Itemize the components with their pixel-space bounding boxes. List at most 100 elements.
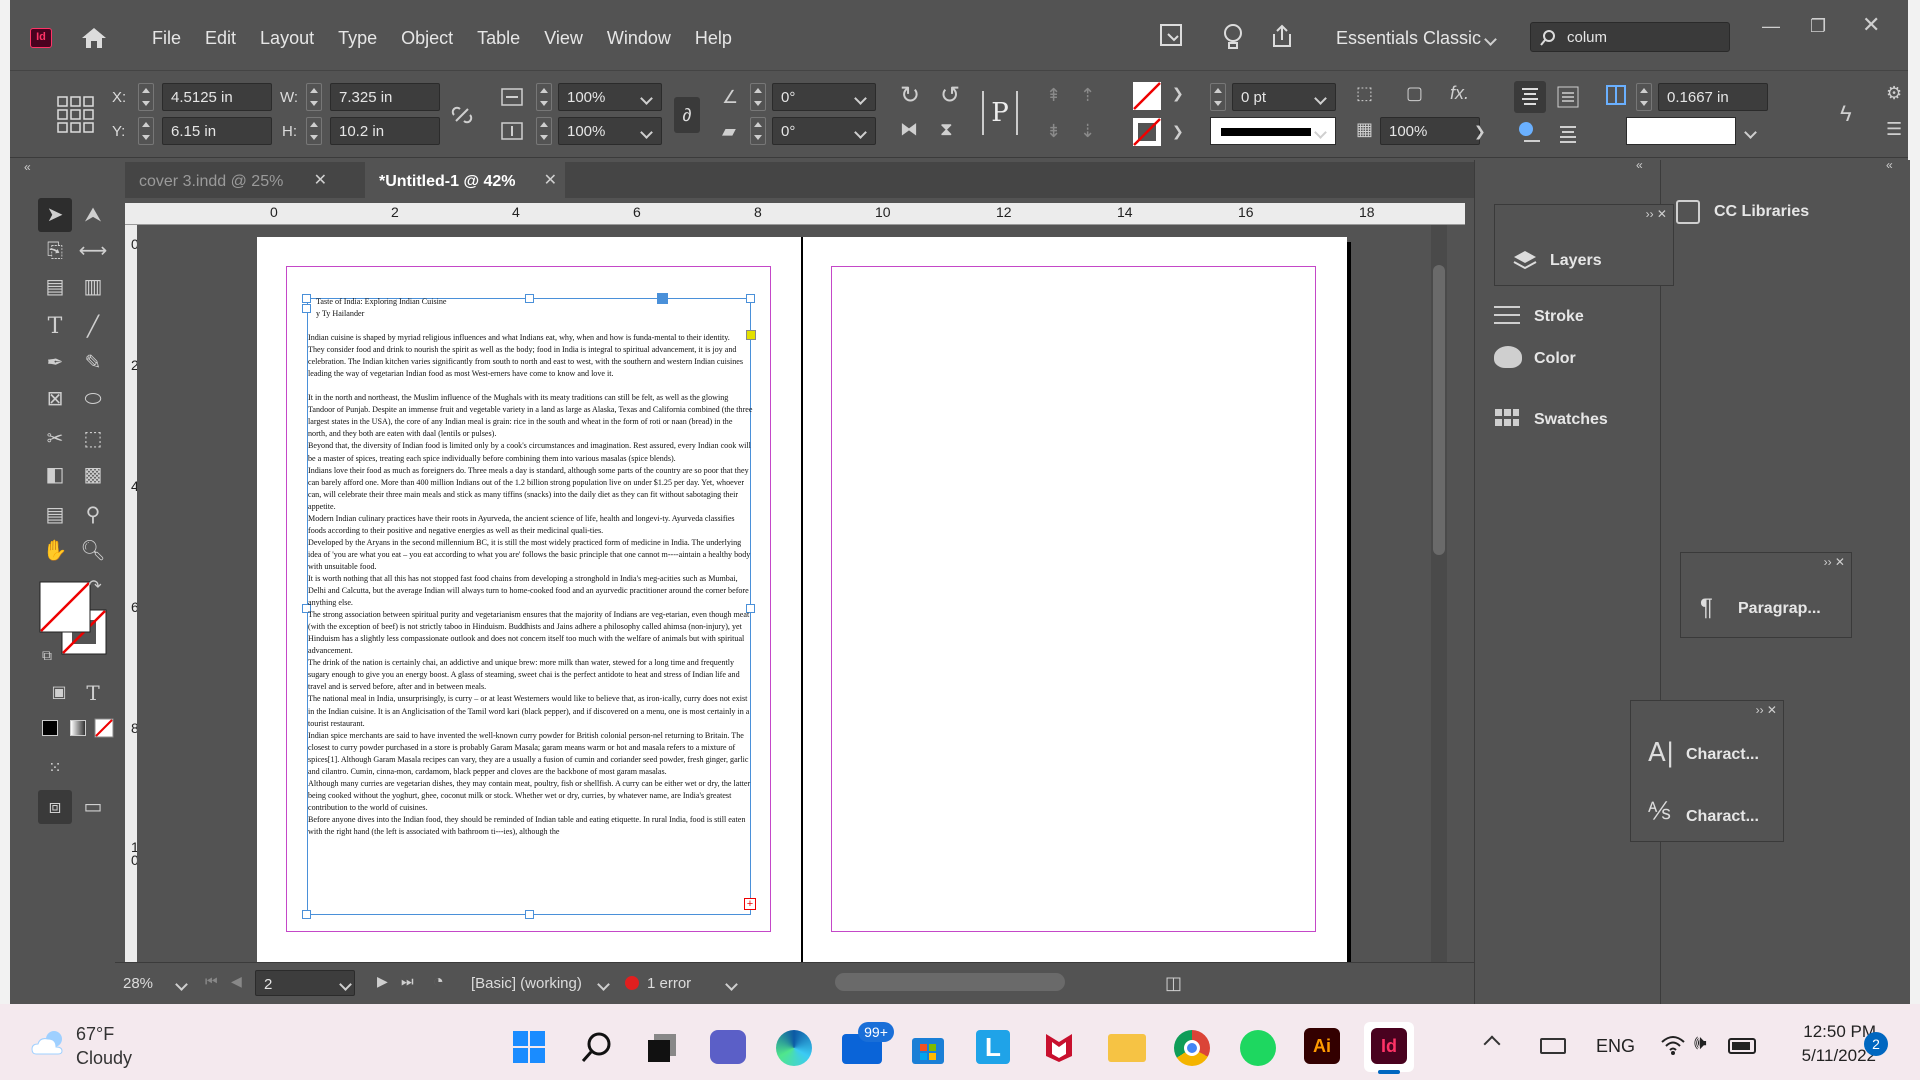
menu-window[interactable]: Window: [595, 28, 683, 49]
character-tab[interactable]: Charact...: [1686, 746, 1759, 764]
stroke-weight-stepper[interactable]: [1210, 83, 1226, 111]
home-icon[interactable]: [80, 26, 108, 50]
type-tool-icon[interactable]: T: [38, 310, 72, 344]
next-page-icon[interactable]: ▶: [377, 973, 388, 990]
path-type-icon[interactable]: P: [982, 91, 1018, 135]
rotate-dropdown-icon[interactable]: [850, 83, 874, 111]
teams-chat-icon[interactable]: [710, 1030, 746, 1064]
tab-cover3[interactable]: cover 3.indd @ 25% ✕: [125, 162, 335, 198]
page-tool-icon[interactable]: ⎘: [38, 234, 72, 268]
reference-point-icon[interactable]: [56, 95, 96, 135]
h-field[interactable]: 10.2 in: [330, 117, 440, 145]
frame-handle[interactable]: [525, 910, 534, 919]
panel-expand-icon[interactable]: ›› ✕: [1646, 207, 1667, 221]
stroke-arrow-icon[interactable]: ❯: [1172, 123, 1184, 140]
menu-help[interactable]: Help: [683, 28, 744, 49]
x-field[interactable]: 4.5125 in: [162, 83, 272, 111]
stroke-icon[interactable]: [1494, 306, 1520, 324]
select-next-icon[interactable]: ⇣: [1080, 121, 1095, 142]
object-style-select[interactable]: [1626, 117, 1736, 145]
lightning-icon[interactable]: ϟ: [1840, 101, 1852, 127]
stroke-tab[interactable]: Stroke: [1534, 308, 1584, 326]
y-stepper[interactable]: [138, 117, 154, 145]
opacity-arrow-icon[interactable]: ❯: [1474, 123, 1486, 140]
w-field[interactable]: 7.325 in: [330, 83, 440, 111]
settings-gear-icon[interactable]: ⚙: [1886, 83, 1902, 104]
chevron-up-icon[interactable]: [1483, 1035, 1501, 1053]
vertical-scrollbar[interactable]: [1431, 225, 1447, 965]
hand-tool-icon[interactable]: ✋: [38, 534, 72, 568]
fitting-icon[interactable]: ⬚: [1356, 83, 1373, 104]
h-stepper[interactable]: [306, 117, 322, 145]
column-gutter-field[interactable]: 0.1667 in: [1658, 83, 1768, 111]
fill-none-swatch-icon[interactable]: [1132, 81, 1162, 111]
formatting-container-icon[interactable]: ▣: [42, 676, 76, 710]
align-bottom-icon[interactable]: [1552, 117, 1584, 149]
menu-file[interactable]: File: [140, 28, 193, 49]
edge-icon[interactable]: [776, 1030, 812, 1066]
menu-edit[interactable]: Edit: [193, 28, 248, 49]
eyedropper-tool-icon[interactable]: ⚲: [76, 498, 110, 532]
collapse-toolbox-icon[interactable]: «: [24, 160, 31, 174]
panel-expand-icon[interactable]: ›› ✕: [1824, 555, 1845, 569]
split-window-icon[interactable]: ◫: [1165, 973, 1182, 994]
weather-cloudy-icon[interactable]: [30, 1028, 70, 1056]
rectangle-frame-tool-icon[interactable]: ⊠: [38, 382, 72, 416]
battery-icon[interactable]: [1728, 1038, 1756, 1054]
mcafee-icon[interactable]: [1042, 1030, 1076, 1064]
clock-time[interactable]: 12:50 PM: [1780, 1022, 1876, 1042]
layers-tab[interactable]: Layers: [1550, 252, 1602, 270]
panel-menu-icon[interactable]: ☰: [1886, 119, 1902, 140]
object-style-dropdown-icon[interactable]: [1740, 117, 1764, 145]
direct-selection-tool-icon[interactable]: ⮝: [76, 198, 110, 232]
selection-tool-icon[interactable]: ➤: [38, 198, 72, 232]
preflight-dropdown-icon[interactable]: [593, 969, 617, 997]
menu-view[interactable]: View: [532, 28, 595, 49]
character-styles-tab[interactable]: Charact...: [1686, 808, 1759, 826]
menu-object[interactable]: Object: [389, 28, 465, 49]
overset-text-icon[interactable]: +: [744, 898, 756, 910]
pen-tool-icon[interactable]: ✒: [38, 346, 72, 380]
formatting-text-icon[interactable]: T: [76, 676, 110, 710]
zoom-level[interactable]: 28%: [123, 975, 153, 992]
workspace-switcher[interactable]: Essentials Classic: [1336, 28, 1481, 49]
menu-layout[interactable]: Layout: [248, 28, 326, 49]
y-field[interactable]: 6.15 in: [162, 117, 272, 145]
menu-type[interactable]: Type: [326, 28, 389, 49]
apply-none-icon[interactable]: [94, 718, 114, 738]
paragraph-icon[interactable]: ¶: [1700, 594, 1713, 622]
default-fill-stroke-icon[interactable]: ⧉: [30, 638, 64, 672]
flip-vertical-icon[interactable]: ⧗: [940, 119, 953, 140]
constrain-proportions-icon[interactable]: [450, 103, 474, 127]
cc-libraries-icon[interactable]: [1676, 200, 1700, 224]
wifi-icon[interactable]: [1660, 1034, 1686, 1056]
close-window-button[interactable]: ✕: [1862, 12, 1880, 38]
align-center-icon[interactable]: [1552, 81, 1584, 113]
prev-page-icon[interactable]: ◀: [231, 973, 242, 990]
file-explorer-icon[interactable]: [1108, 1034, 1146, 1062]
notification-badge[interactable]: 2: [1864, 1032, 1888, 1056]
language-indicator[interactable]: ENG: [1596, 1036, 1635, 1057]
scale-y-stepper[interactable]: [536, 117, 552, 145]
error-dropdown-icon[interactable]: [721, 969, 745, 997]
shear-stepper[interactable]: [750, 117, 766, 145]
weather-condition[interactable]: Cloudy: [76, 1048, 132, 1069]
ellipse-tool-icon[interactable]: ⬭: [76, 382, 110, 416]
swatches-icon[interactable]: [1494, 408, 1520, 428]
layers-icon[interactable]: [1512, 248, 1538, 274]
shear-dropdown-icon[interactable]: [850, 117, 874, 145]
note-tool-icon[interactable]: ▤: [38, 498, 72, 532]
align-top-icon[interactable]: [1514, 81, 1546, 113]
story-text[interactable]: Taste of India: Exploring Indian Cuisine…: [308, 296, 753, 838]
first-page-icon[interactable]: ⏮: [205, 973, 218, 990]
zoom-dropdown-icon[interactable]: [171, 969, 195, 997]
auto-size-icon[interactable]: [1514, 117, 1546, 149]
task-view-icon[interactable]: [646, 1032, 678, 1062]
scroll-thumb[interactable]: [1433, 265, 1445, 555]
illustrator-icon[interactable]: Ai: [1304, 1028, 1340, 1064]
stroke-weight-dropdown-icon[interactable]: [1310, 83, 1334, 111]
zoom-tool-icon[interactable]: 🔍︎: [76, 534, 110, 568]
collapse-dock-icon[interactable]: «: [1636, 158, 1643, 172]
clock-date[interactable]: 5/11/2022: [1776, 1046, 1876, 1066]
opacity-field[interactable]: 100%: [1380, 117, 1480, 145]
